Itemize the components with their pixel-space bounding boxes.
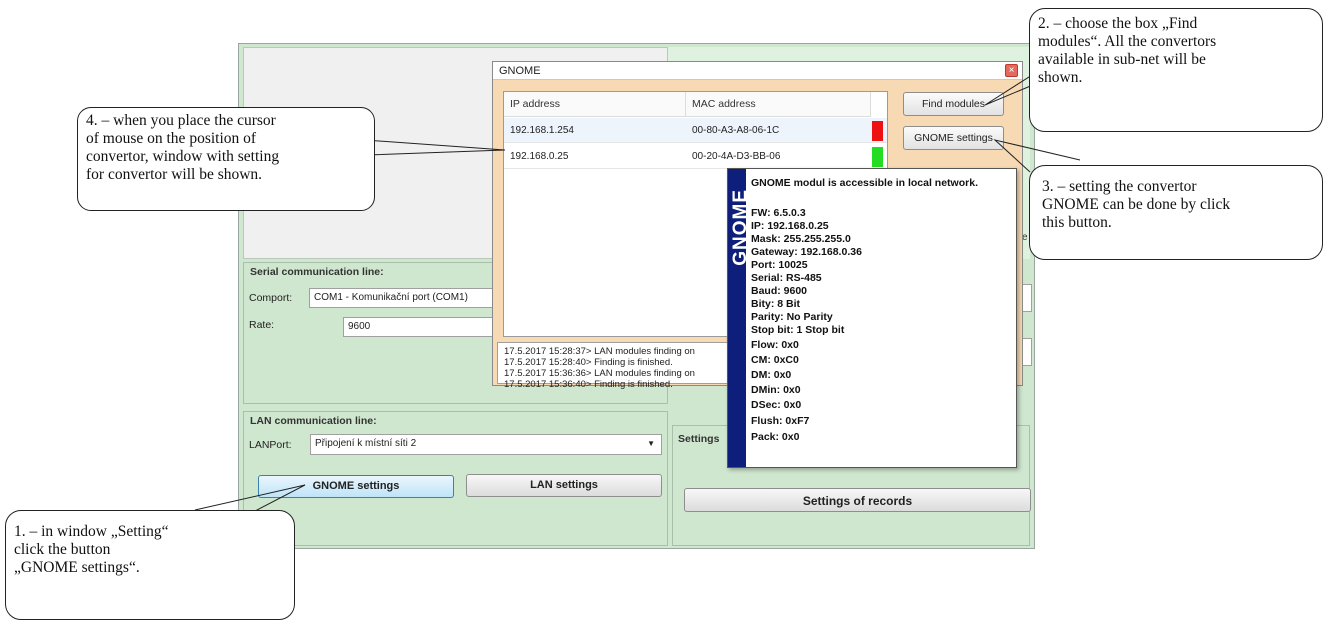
- callout-line: 2. – choose the box „Find: [1038, 15, 1198, 32]
- callout-line: 4. – when you place the cursor: [86, 112, 276, 129]
- callout-line: convertor, window with setting: [86, 148, 280, 165]
- callout-line: 1. – in window „Setting“: [14, 523, 169, 540]
- callout-4: 4. – when you place the cursor of mouse …: [77, 107, 375, 211]
- callout-line: click the button: [14, 541, 111, 558]
- callout-line: available in sub-net will be: [1038, 51, 1206, 68]
- callout-line: of mouse on the position of: [86, 130, 257, 147]
- callout-line: shown.: [1038, 69, 1083, 86]
- callout-line: GNOME can be done by click: [1042, 196, 1231, 213]
- callout-1: 1. – in window „Setting“ click the butto…: [5, 510, 295, 620]
- callout-line: for convertor will be shown.: [86, 166, 263, 183]
- callout-line: 3. – setting the convertor: [1042, 178, 1197, 195]
- callout-line: „GNOME settings“.: [14, 559, 140, 576]
- callout-2: 2. – choose the box „Find modules“. All …: [1029, 8, 1323, 132]
- callout-3: 3. – setting the convertor GNOME can be …: [1029, 165, 1323, 260]
- callout-line: modules“. All the convertors: [1038, 33, 1217, 50]
- callout-line: this button.: [1042, 214, 1112, 231]
- leader-4: [364, 139, 506, 156]
